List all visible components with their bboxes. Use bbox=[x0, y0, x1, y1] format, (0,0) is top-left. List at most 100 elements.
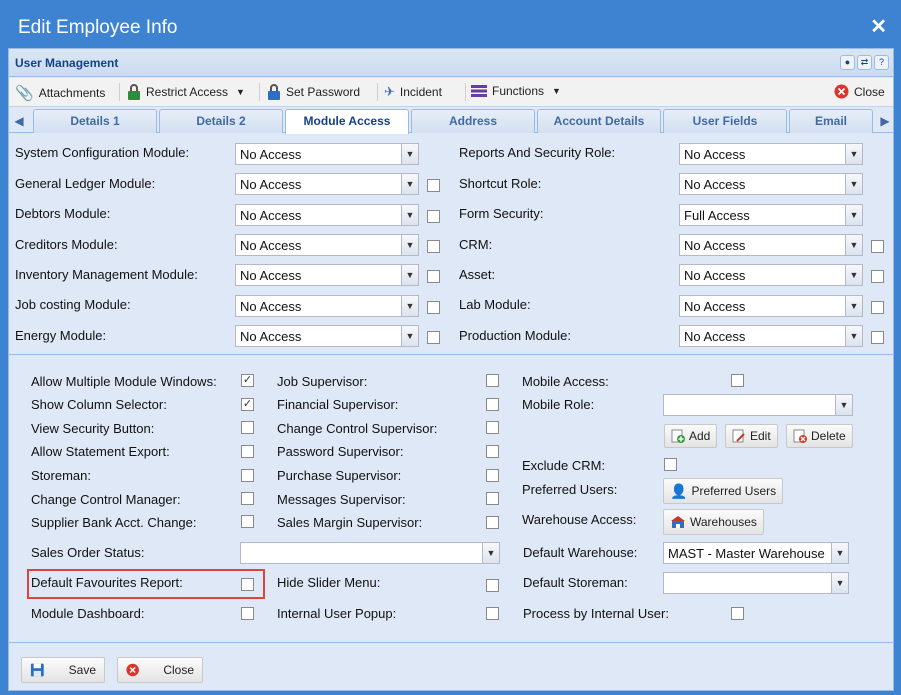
toolbar-close-button[interactable]: Close bbox=[834, 84, 885, 99]
user-management-panel: User Management ● ⇄ ? 📎 Attachments Rest… bbox=[8, 48, 894, 691]
reports-security-role-select[interactable]: No Access ▼ bbox=[679, 143, 863, 165]
help-icon[interactable]: ? bbox=[874, 55, 889, 70]
chevron-down-icon[interactable]: ▼ bbox=[482, 543, 499, 563]
messages-supervisor-checkbox[interactable] bbox=[486, 492, 499, 505]
shortcut-role-select[interactable]: No Access ▼ bbox=[679, 173, 863, 195]
chevron-down-icon[interactable]: ▼ bbox=[835, 395, 852, 415]
chevron-down-icon[interactable]: ▼ bbox=[831, 573, 848, 593]
job-costing-checkbox[interactable] bbox=[427, 301, 440, 314]
chevron-down-icon[interactable]: ▼ bbox=[401, 296, 418, 316]
change-control-manager-checkbox[interactable] bbox=[241, 492, 254, 505]
restrict-access-button[interactable]: Restrict Access ▼ bbox=[127, 84, 245, 100]
energy-select[interactable]: No Access ▼ bbox=[235, 325, 419, 347]
chevron-down-icon[interactable]: ▼ bbox=[831, 543, 848, 563]
chevron-down-icon[interactable]: ▼ bbox=[845, 265, 862, 285]
tab-module-access[interactable]: Module Access bbox=[285, 109, 409, 134]
mobile-role-select[interactable]: ▼ bbox=[663, 394, 853, 416]
allow-multiple-windows-checkbox[interactable]: ✓ bbox=[241, 374, 254, 387]
preferred-users-button[interactable]: 👤 Preferred Users bbox=[663, 478, 784, 504]
save-button[interactable]: Save bbox=[21, 657, 105, 683]
process-by-internal-user-checkbox[interactable] bbox=[731, 607, 744, 620]
add-role-button[interactable]: Add bbox=[664, 424, 718, 448]
show-column-selector-checkbox[interactable]: ✓ bbox=[241, 398, 254, 411]
general-ledger-label: General Ledger Module: bbox=[15, 176, 156, 191]
general-ledger-checkbox[interactable] bbox=[427, 179, 440, 192]
tab-account-details[interactable]: Account Details bbox=[537, 109, 661, 133]
job-costing-select[interactable]: No Access ▼ bbox=[235, 295, 419, 317]
production-module-checkbox[interactable] bbox=[871, 331, 884, 344]
storeman-checkbox[interactable] bbox=[241, 469, 254, 482]
tab-scroll-right-icon[interactable]: ▶ bbox=[877, 111, 893, 131]
default-warehouse-select[interactable]: MAST - Master Warehouse ▼ bbox=[663, 542, 849, 564]
chevron-down-icon[interactable]: ▼ bbox=[401, 205, 418, 225]
lock-icon bbox=[128, 84, 140, 100]
edit-role-button[interactable]: Edit bbox=[725, 424, 778, 448]
hide-slider-menu-label: Hide Slider Menu: bbox=[277, 575, 381, 590]
chevron-down-icon[interactable]: ▼ bbox=[845, 174, 862, 194]
close-button[interactable]: Close bbox=[117, 657, 203, 683]
chevron-down-icon[interactable]: ▼ bbox=[845, 235, 862, 255]
chevron-down-icon[interactable]: ▼ bbox=[845, 326, 862, 346]
tab-address[interactable]: Address bbox=[411, 109, 535, 133]
change-control-supervisor-checkbox[interactable] bbox=[486, 421, 499, 434]
tab-user-fields[interactable]: User Fields bbox=[663, 109, 787, 133]
asset-select[interactable]: No Access ▼ bbox=[679, 264, 863, 286]
chevron-down-icon[interactable]: ▼ bbox=[401, 265, 418, 285]
supplier-bank-change-checkbox[interactable] bbox=[241, 515, 254, 528]
incident-button[interactable]: ✈ Incident bbox=[384, 84, 442, 100]
crm-select[interactable]: No Access ▼ bbox=[679, 234, 863, 256]
module-dashboard-checkbox[interactable] bbox=[241, 607, 254, 620]
chevron-down-icon[interactable]: ▼ bbox=[401, 235, 418, 255]
asset-checkbox[interactable] bbox=[871, 270, 884, 283]
mobile-access-checkbox[interactable] bbox=[731, 374, 744, 387]
mobile-access-label: Mobile Access: bbox=[522, 374, 609, 389]
refresh-icon[interactable]: ⇄ bbox=[857, 55, 872, 70]
tab-details-2[interactable]: Details 2 bbox=[159, 109, 283, 133]
creditors-select[interactable]: No Access ▼ bbox=[235, 234, 419, 256]
attachments-button[interactable]: 📎 Attachments bbox=[15, 84, 105, 102]
password-supervisor-checkbox[interactable] bbox=[486, 445, 499, 458]
crm-checkbox[interactable] bbox=[871, 240, 884, 253]
view-security-button-checkbox[interactable] bbox=[241, 421, 254, 434]
purchase-supervisor-label: Purchase Supervisor: bbox=[277, 468, 402, 483]
functions-button[interactable]: Functions ▼ bbox=[471, 84, 561, 98]
system-configuration-select[interactable]: No Access ▼ bbox=[235, 143, 419, 165]
chevron-down-icon[interactable]: ▼ bbox=[845, 205, 862, 225]
gear-icon[interactable]: ● bbox=[840, 55, 855, 70]
sales-margin-supervisor-checkbox[interactable] bbox=[486, 516, 499, 529]
hide-slider-menu-checkbox[interactable] bbox=[486, 579, 499, 592]
chevron-down-icon[interactable]: ▼ bbox=[401, 144, 418, 164]
exclude-crm-checkbox[interactable] bbox=[664, 458, 677, 471]
sales-order-status-select[interactable]: ▼ bbox=[240, 542, 500, 564]
lab-module-select[interactable]: No Access ▼ bbox=[679, 295, 863, 317]
delete-role-button[interactable]: Delete bbox=[786, 424, 853, 448]
default-warehouse-label: Default Warehouse: bbox=[523, 545, 638, 560]
energy-checkbox[interactable] bbox=[427, 331, 440, 344]
inventory-management-select[interactable]: No Access ▼ bbox=[235, 264, 419, 286]
tab-scroll-left-icon[interactable]: ◀ bbox=[11, 111, 27, 131]
set-password-button[interactable]: Set Password bbox=[267, 84, 360, 100]
financial-supervisor-checkbox[interactable] bbox=[486, 398, 499, 411]
form-security-select[interactable]: Full Access ▼ bbox=[679, 204, 863, 226]
production-module-select[interactable]: No Access ▼ bbox=[679, 325, 863, 347]
chevron-down-icon[interactable]: ▼ bbox=[401, 326, 418, 346]
chevron-down-icon[interactable]: ▼ bbox=[845, 144, 862, 164]
lab-module-checkbox[interactable] bbox=[871, 301, 884, 314]
chevron-down-icon[interactable]: ▼ bbox=[845, 296, 862, 316]
creditors-checkbox[interactable] bbox=[427, 240, 440, 253]
general-ledger-select[interactable]: No Access ▼ bbox=[235, 173, 419, 195]
window-close-icon[interactable]: ✕ bbox=[870, 14, 887, 39]
close-circle-icon bbox=[126, 663, 139, 677]
warehouses-button[interactable]: Warehouses bbox=[663, 509, 764, 535]
debtors-checkbox[interactable] bbox=[427, 210, 440, 223]
allow-statement-export-checkbox[interactable] bbox=[241, 445, 254, 458]
tab-email[interactable]: Email bbox=[789, 109, 873, 133]
job-supervisor-checkbox[interactable] bbox=[486, 374, 499, 387]
debtors-select[interactable]: No Access ▼ bbox=[235, 204, 419, 226]
chevron-down-icon[interactable]: ▼ bbox=[401, 174, 418, 194]
default-storeman-select[interactable]: ▼ bbox=[663, 572, 849, 594]
purchase-supervisor-checkbox[interactable] bbox=[486, 469, 499, 482]
tab-details-1[interactable]: Details 1 bbox=[33, 109, 157, 133]
inventory-management-checkbox[interactable] bbox=[427, 270, 440, 283]
internal-user-popup-checkbox[interactable] bbox=[486, 607, 499, 620]
